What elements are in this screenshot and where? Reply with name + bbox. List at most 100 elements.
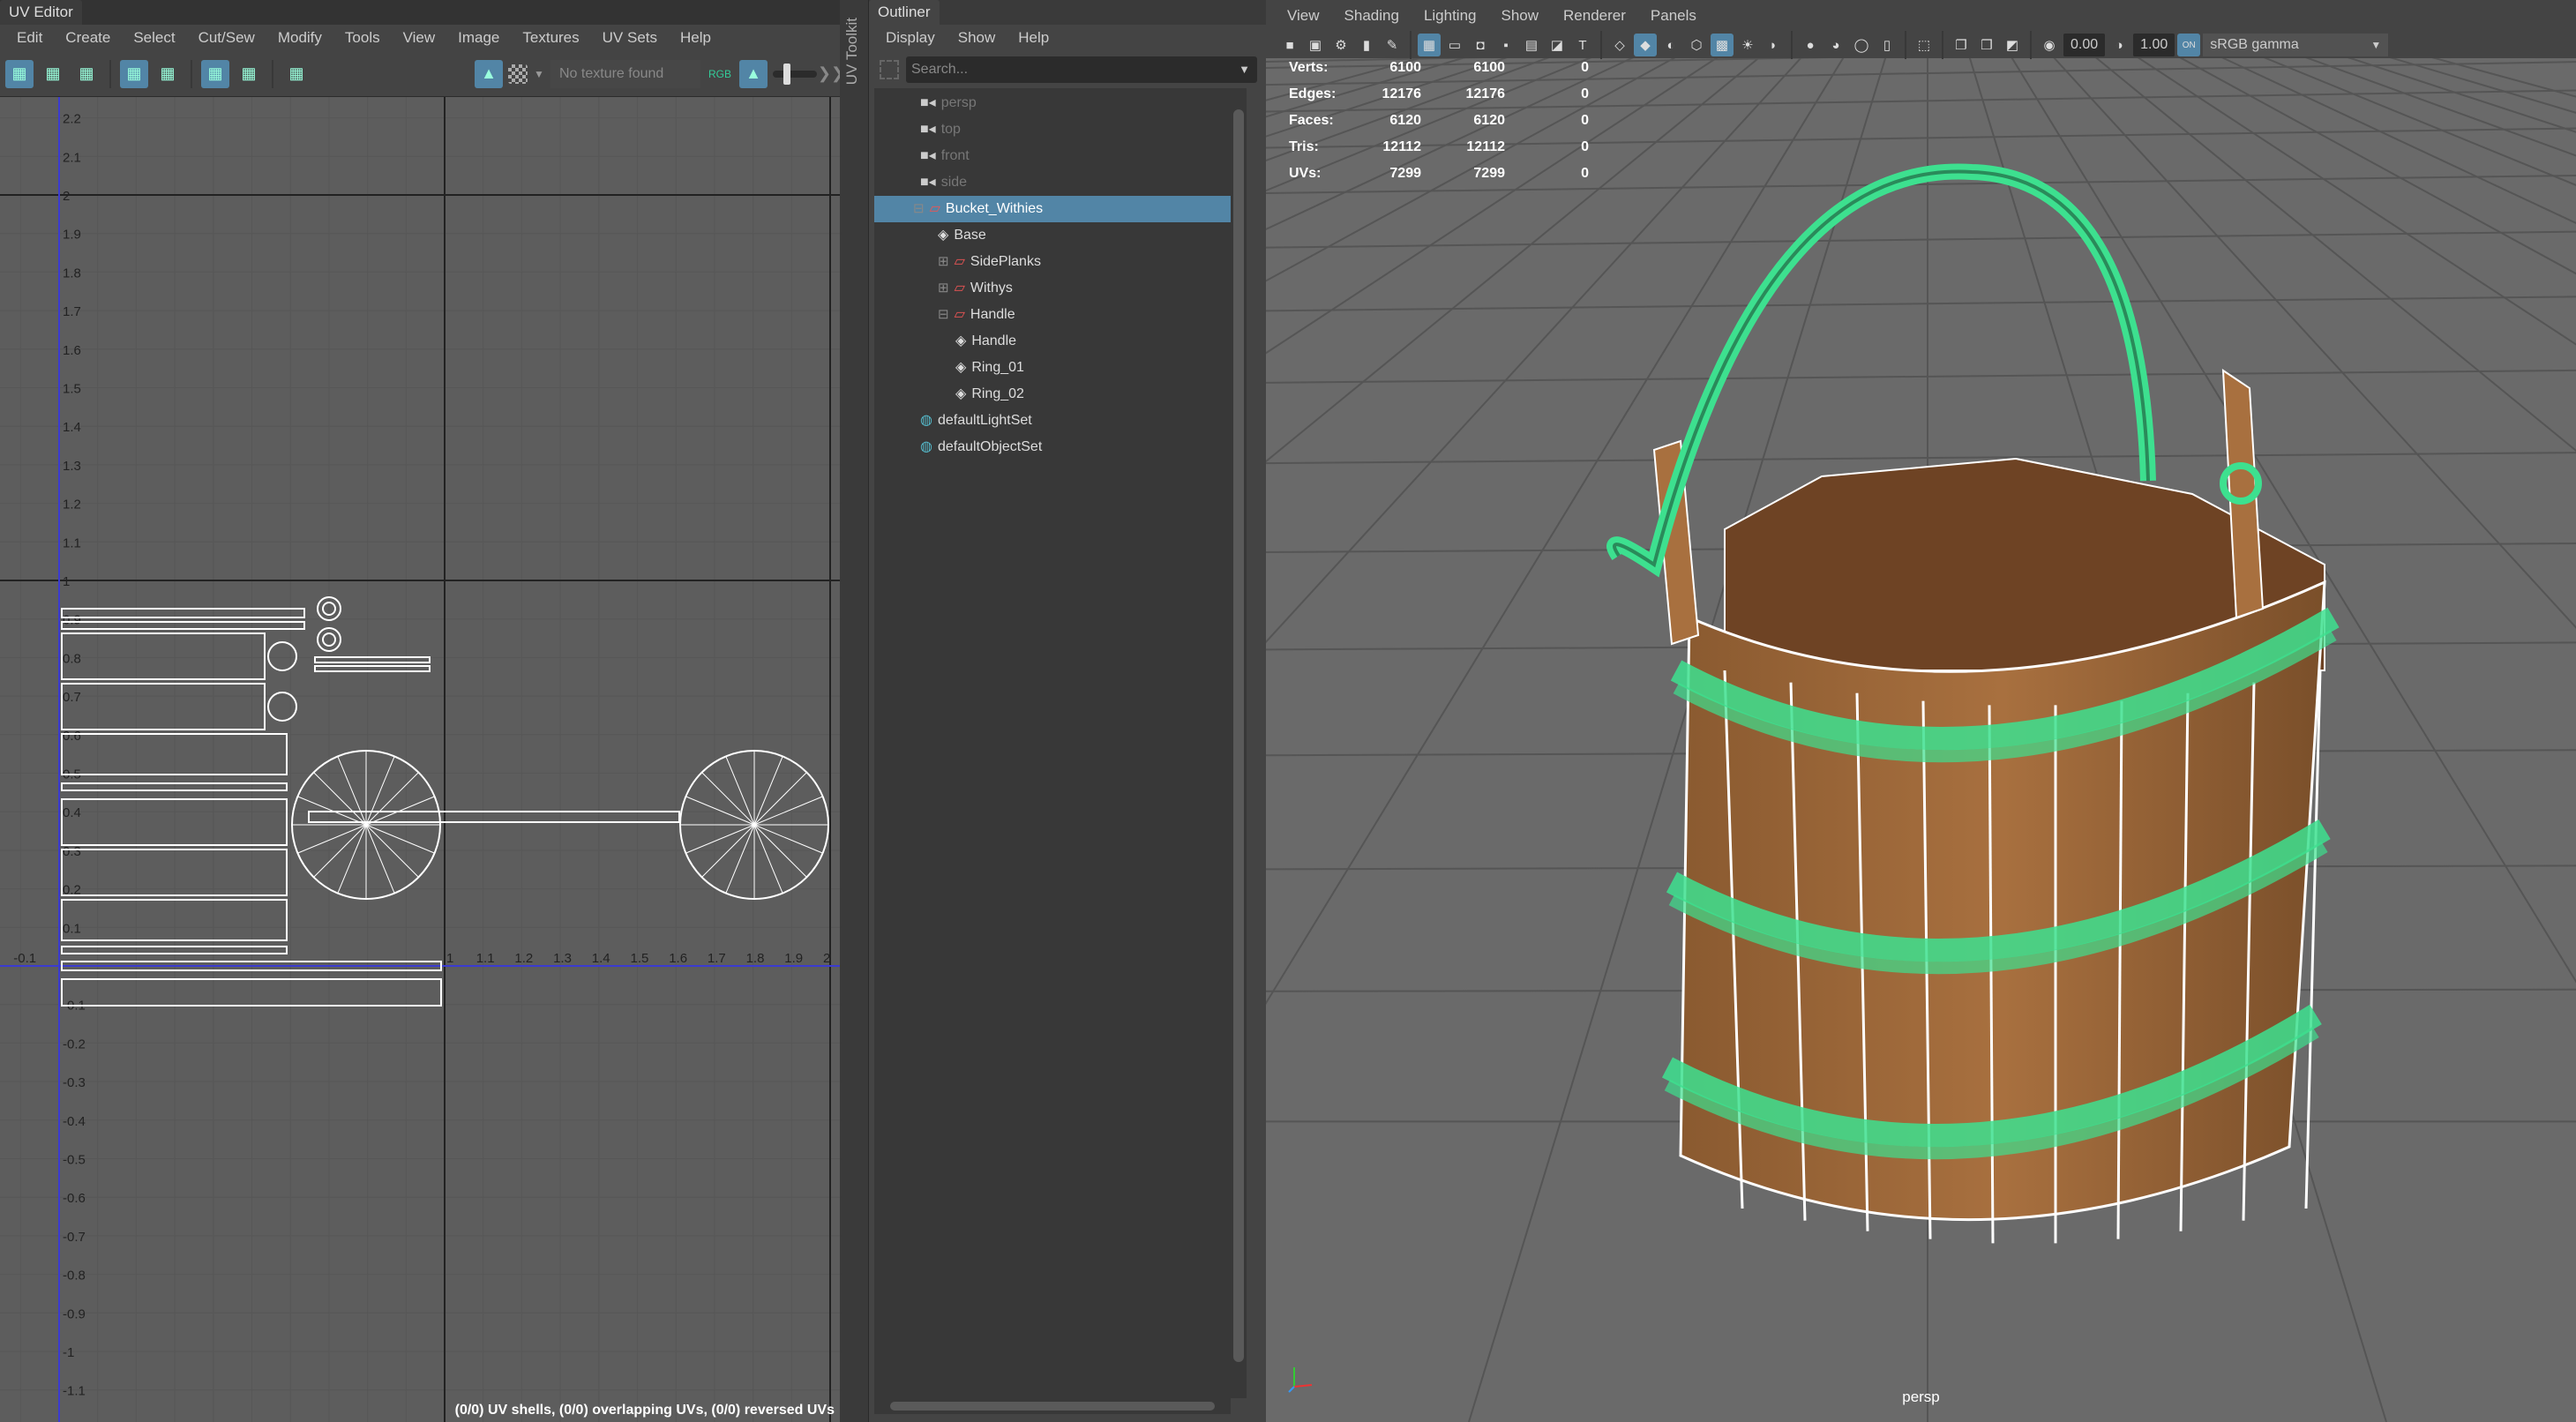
uv-shell[interactable] bbox=[61, 683, 266, 730]
outliner-item[interactable]: ■◂ side bbox=[920, 169, 967, 196]
camera-lock-icon[interactable]: ▣ bbox=[1304, 34, 1327, 56]
menu-view[interactable]: View bbox=[392, 29, 447, 47]
slider-handle[interactable] bbox=[783, 63, 790, 85]
menu-cut-sew[interactable]: Cut/Sew bbox=[187, 29, 266, 47]
menu-textures[interactable]: Textures bbox=[511, 29, 590, 47]
uv-shell[interactable] bbox=[314, 665, 431, 672]
exposure-icon[interactable]: ◉ bbox=[2038, 34, 2061, 56]
chevron-down-icon[interactable]: ▼ bbox=[1239, 56, 1250, 83]
scrollbar-thumb[interactable] bbox=[890, 1402, 1215, 1411]
uv-stack-icon[interactable]: ▦ bbox=[39, 60, 67, 88]
color-space-dropdown[interactable]: sRGB gamma ▼ bbox=[2203, 34, 2389, 56]
lights-icon[interactable]: ☀ bbox=[1736, 34, 1759, 56]
expand-toolbar-icon[interactable]: ❯❯ bbox=[818, 60, 844, 88]
color-management-toggle-icon[interactable]: ON bbox=[2177, 34, 2201, 56]
gamma-icon[interactable]: ◑ bbox=[2108, 34, 2130, 56]
resolution-gate-icon[interactable]: ◘ bbox=[1469, 34, 1492, 56]
expand-icon[interactable]: ⊞ bbox=[938, 275, 949, 302]
outliner-horizontal-scrollbar[interactable] bbox=[874, 1398, 1231, 1414]
textured-icon[interactable]: ▩ bbox=[1711, 34, 1734, 56]
chevron-down-icon[interactable]: ▼ bbox=[533, 60, 545, 88]
display-grid-icon[interactable]: ▦ bbox=[120, 59, 148, 88]
outliner-item[interactable]: ⊞ ▱ Withys bbox=[938, 275, 1013, 302]
menu-display[interactable]: Display bbox=[874, 29, 947, 47]
shadows-icon[interactable]: ◗ bbox=[1762, 34, 1785, 56]
chevron-down-icon[interactable]: ▼ bbox=[2370, 39, 2381, 51]
bookmark-icon[interactable]: ▮ bbox=[1355, 34, 1378, 56]
anti-aliasing-icon[interactable]: ◯ bbox=[1850, 34, 1873, 56]
uv-align-icon[interactable]: ▦ bbox=[72, 60, 101, 88]
uv-shell-layout-icon[interactable]: ▦ bbox=[5, 59, 34, 88]
image-dim-icon[interactable]: ▲ bbox=[739, 59, 768, 88]
menu-select[interactable]: Select bbox=[122, 29, 186, 47]
wireframe-icon[interactable]: ◇ bbox=[1608, 34, 1631, 56]
uv-grid-canvas[interactable]: 2.2 2.1 2 1.9 1.8 1.7 1.6 1.5 1.4 1.3 1.2 1.1 1 0.9 0.… bbox=[0, 97, 840, 1422]
camera-icon[interactable]: ■ bbox=[1278, 34, 1301, 56]
uv-shell[interactable] bbox=[61, 899, 288, 941]
menu-shading[interactable]: Shading bbox=[1332, 7, 1412, 25]
outliner-search-input[interactable]: Search... ▼ bbox=[906, 56, 1257, 83]
safe-title-icon[interactable]: T bbox=[1571, 34, 1594, 56]
outliner-item[interactable]: ◈ Ring_01 bbox=[955, 355, 1024, 381]
menu-tools[interactable]: Tools bbox=[333, 29, 392, 47]
gamma-field[interactable]: 1.00 bbox=[2133, 34, 2175, 56]
uv-shell[interactable] bbox=[61, 798, 288, 846]
default-material-icon[interactable]: ◐ bbox=[1659, 34, 1682, 56]
uv-shell[interactable] bbox=[267, 641, 297, 671]
grid-icon[interactable]: ▦ bbox=[1418, 34, 1441, 56]
uv-toolkit-tab[interactable]: UV Toolkit bbox=[840, 0, 869, 1422]
outliner-item[interactable]: ◈ Ring_02 bbox=[955, 381, 1024, 408]
uv-shell[interactable] bbox=[61, 608, 305, 618]
screen-space-ao-icon[interactable]: ● bbox=[1799, 34, 1822, 56]
grease-pencil-icon[interactable]: ✎ bbox=[1381, 34, 1404, 56]
field-chart-icon[interactable]: ▤ bbox=[1520, 34, 1543, 56]
menu-help[interactable]: Help bbox=[669, 29, 723, 47]
uv-shell[interactable] bbox=[61, 946, 288, 954]
menu-create[interactable]: Create bbox=[54, 29, 122, 47]
collapse-icon[interactable]: ⊟ bbox=[913, 196, 925, 222]
menu-uv-sets[interactable]: UV Sets bbox=[591, 29, 669, 47]
uv-shell[interactable] bbox=[61, 782, 288, 791]
depth-of-field-icon[interactable]: ▯ bbox=[1876, 34, 1898, 56]
bucket-model[interactable] bbox=[1606, 163, 2340, 1244]
outliner-item[interactable]: ⊟ ▱ Handle bbox=[938, 302, 1015, 328]
xray-joints-icon[interactable]: ❒ bbox=[1975, 34, 1998, 56]
outliner-item[interactable]: ◍ defaultLightSet bbox=[920, 408, 1032, 434]
camera-snapshot-icon[interactable]: ▦ bbox=[282, 60, 311, 88]
image-display-icon[interactable]: ▲ bbox=[475, 59, 503, 88]
uv-shell[interactable] bbox=[61, 621, 305, 630]
expand-icon[interactable]: ⊞ bbox=[938, 249, 949, 275]
uv-shell[interactable] bbox=[61, 632, 266, 680]
menu-show[interactable]: Show bbox=[947, 29, 1007, 47]
gate-mask-icon[interactable]: ▪ bbox=[1494, 34, 1517, 56]
scrollbar-thumb[interactable] bbox=[1233, 109, 1244, 1362]
menu-lighting[interactable]: Lighting bbox=[1412, 7, 1489, 25]
xray-icon[interactable]: ❐ bbox=[1950, 34, 1973, 56]
menu-help[interactable]: Help bbox=[1007, 29, 1060, 47]
texture-selector[interactable]: No texture found bbox=[550, 59, 700, 88]
outliner-item[interactable]: ◍ defaultObjectSet bbox=[920, 434, 1042, 460]
smooth-shade-icon[interactable]: ◆ bbox=[1634, 34, 1657, 56]
viewport-canvas[interactable] bbox=[1266, 0, 2576, 1422]
collapse-icon[interactable]: ⊟ bbox=[938, 302, 949, 328]
xray-components-icon[interactable]: ◩ bbox=[2001, 34, 2024, 56]
dim-slider[interactable] bbox=[773, 63, 817, 85]
menu-modify[interactable]: Modify bbox=[266, 29, 333, 47]
exposure-field[interactable]: 0.00 bbox=[2063, 34, 2106, 56]
uv-shell[interactable] bbox=[61, 733, 288, 775]
outliner-item[interactable]: ◈ Handle bbox=[955, 328, 1016, 355]
filter-icon[interactable] bbox=[880, 60, 899, 79]
pixel-snap-icon[interactable]: ▦ bbox=[201, 59, 229, 88]
checker-icon[interactable] bbox=[508, 64, 528, 84]
outliner-item[interactable]: ■◂ front bbox=[920, 143, 970, 169]
uv-texture-grid[interactable]: 2.2 2.1 2 1.9 1.8 1.7 1.6 1.5 1.4 1.3 1.2 1.1 1 0.9 0.… bbox=[0, 97, 840, 1422]
outliner-vertical-scrollbar[interactable] bbox=[1231, 88, 1247, 1398]
outliner-item[interactable]: ■◂ top bbox=[920, 116, 961, 143]
uv-shell[interactable] bbox=[267, 692, 297, 722]
menu-renderer[interactable]: Renderer bbox=[1551, 7, 1638, 25]
safe-action-icon[interactable]: ◪ bbox=[1546, 34, 1569, 56]
outliner-item[interactable]: ◈ Base bbox=[938, 222, 986, 249]
menu-edit[interactable]: Edit bbox=[5, 29, 54, 47]
wireframe-on-shaded-icon[interactable]: ⬡ bbox=[1685, 34, 1708, 56]
outliner-item[interactable]: ⊞ ▱ SidePlanks bbox=[938, 249, 1041, 275]
